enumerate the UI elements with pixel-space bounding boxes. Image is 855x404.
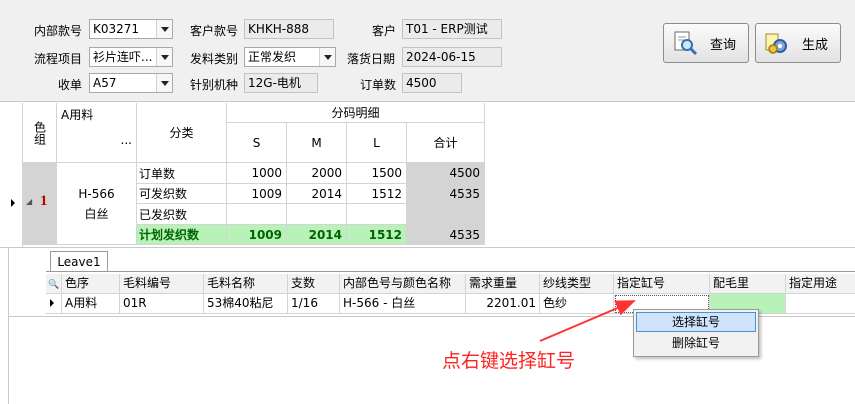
context-menu: 选择缸号 删除缸号 <box>633 309 759 357</box>
annotation-text: 点右键选择缸号 <box>442 350 576 372</box>
menu-item-select-vat[interactable]: 选择缸号 <box>636 312 756 332</box>
menu-item-delete-vat[interactable]: 删除缸号 <box>636 334 756 354</box>
